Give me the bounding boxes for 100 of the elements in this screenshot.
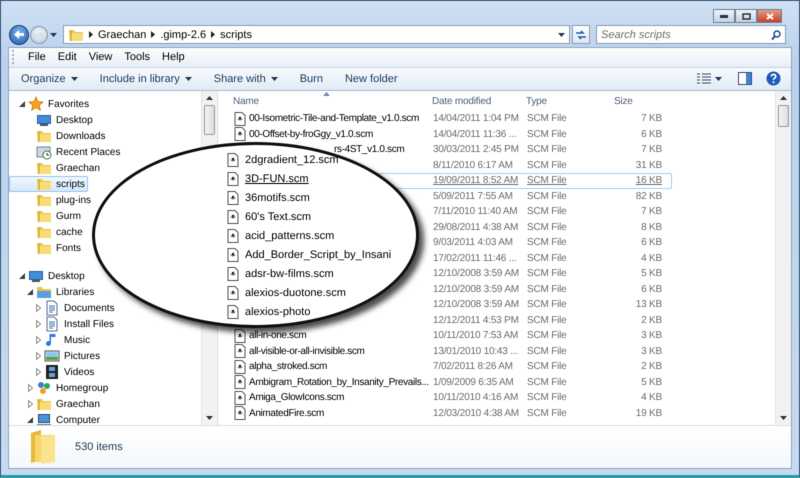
- toolbar-button[interactable]: Include in library: [94, 70, 198, 88]
- search-field[interactable]: Search scripts: [601, 28, 771, 40]
- nav-item[interactable]: Documents: [9, 300, 118, 316]
- file-name[interactable]: 3D-FUN.scm: [245, 172, 309, 185]
- scroll-down-icon[interactable]: [206, 416, 213, 420]
- file-name[interactable]: 00-Offset-by-froGgy_v1.0.scm: [249, 128, 373, 140]
- back-button[interactable]: [9, 24, 29, 44]
- file-name[interactable]: acid_patterns.scm: [245, 230, 334, 242]
- chevron-icon[interactable]: [89, 31, 93, 38]
- date-cell-text: 12/03/2010 4:38 AM: [433, 408, 520, 419]
- column-header[interactable]: Date modified: [432, 96, 526, 107]
- menu-item[interactable]: File: [22, 49, 52, 66]
- file-row[interactable]: alpha_stroked.scm 7/02/2011 8:26 AM SCM File 2 KB: [224, 359, 672, 375]
- nav-item[interactable]: Downloads: [9, 128, 108, 144]
- file-name[interactable]: alpha_stroked.scm: [249, 361, 327, 372]
- close-button[interactable]: [757, 9, 782, 23]
- file-name[interactable]: all-visible-or-all-invisible.scm: [249, 346, 364, 357]
- menu-item[interactable]: Tools: [118, 49, 156, 66]
- file-name[interactable]: adsr-bw-films.scm: [245, 268, 334, 280]
- file-row[interactable]: all-in-one.scm 10/11/2010 7:53 AM SCM File 3 KB: [224, 328, 672, 344]
- nav-item[interactable]: Videos: [9, 364, 98, 380]
- nav-item[interactable]: scripts: [9, 176, 88, 192]
- file-name[interactable]: AnimatedFire.scm: [249, 408, 324, 419]
- collapsed-arrow-icon[interactable]: [36, 336, 40, 344]
- file-row[interactable]: 00-Offset-by-froGgy_v1.0.scm 14/04/2011 11:36 ... SCM File 6 KB: [224, 126, 672, 142]
- scroll-up-icon[interactable]: [206, 96, 213, 100]
- nav-item[interactable]: Install Files: [9, 316, 118, 332]
- file-name[interactable]: Amiga_GlowIcons.scm: [249, 392, 344, 404]
- chevron-icon[interactable]: [151, 31, 156, 38]
- size-cell-text: 16 KB: [634, 175, 662, 186]
- nav-item[interactable]: Gurm: [9, 208, 84, 224]
- collapsed-arrow-icon[interactable]: [36, 304, 40, 312]
- file-row[interactable]: all-visible-or-all-invisible.scm 13/01/2010 10:43 ... SCM File 3 KB: [224, 344, 672, 360]
- collapsed-arrow-icon[interactable]: [28, 400, 32, 408]
- toolbar-button[interactable]: Organize: [15, 70, 84, 88]
- file-name[interactable]: alexios-duotone.scm: [245, 286, 346, 299]
- scrollbar-thumb[interactable]: [778, 105, 789, 128]
- column-header[interactable]: Name: [218, 96, 432, 107]
- nav-item[interactable]: Favorites: [9, 96, 92, 112]
- column-header[interactable]: Size: [600, 96, 661, 107]
- size-cell-text: 31 KB: [634, 160, 662, 171]
- breadcrumb[interactable]: scripts: [220, 28, 252, 40]
- folder-icon: [36, 160, 52, 176]
- address-bar[interactable]: Graechan .gimp-2.6 scripts: [63, 25, 570, 44]
- file-row[interactable]: Ambigram_Rotation_by_Insanity_Prevails... 1/09/2009 6:35 AM SCM File 5 KB: [224, 374, 672, 390]
- back-arrow-icon: [14, 30, 24, 39]
- nav-item[interactable]: Libraries: [9, 284, 98, 300]
- collapsed-arrow-icon[interactable]: [36, 320, 40, 328]
- file-row[interactable]: AnimatedFire.scm 12/03/2010 4:38 AM SCM File 19 KB: [224, 406, 672, 422]
- search-box[interactable]: Search scripts: [596, 25, 786, 44]
- breadcrumb[interactable]: Graechan: [98, 28, 146, 40]
- file-name[interactable]: rs-4ST_v1.0.scm: [334, 144, 404, 156]
- toolbar-button[interactable]: Burn: [294, 70, 329, 88]
- file-row[interactable]: Amiga_GlowIcons.scm 10/11/2010 4:16 AM SCM File 4 KB: [224, 390, 672, 406]
- caret-icon[interactable]: [50, 32, 57, 36]
- nav-item[interactable]: Graechan: [9, 160, 103, 176]
- nav-item[interactable]: Fonts: [9, 240, 84, 256]
- expanded-arrow-icon[interactable]: [19, 273, 25, 280]
- menu-item[interactable]: Help: [156, 49, 191, 66]
- nav-item[interactable]: plug-ins: [9, 192, 94, 208]
- file-name[interactable]: 00-Isometric-Tile-and-Template_v1.0.scm: [249, 113, 419, 124]
- file-name[interactable]: alexios-photo: [245, 306, 310, 318]
- nav-item[interactable]: Desktop: [9, 112, 96, 128]
- refresh-button[interactable]: [572, 25, 590, 44]
- breadcrumb[interactable]: .gimp-2.6: [160, 28, 206, 40]
- nav-item[interactable]: Recent Places: [9, 144, 124, 160]
- file-name[interactable]: Ambigram_Rotation_by_Insanity_Prevails...: [249, 376, 429, 388]
- menu-item[interactable]: Edit: [52, 49, 83, 66]
- toolbar-button[interactable]: Share with: [208, 70, 284, 88]
- scrollbar[interactable]: [775, 91, 791, 426]
- file-name[interactable]: Add_Border_Script_by_Insani: [245, 248, 392, 261]
- nav-item[interactable]: cache: [9, 224, 86, 240]
- collapsed-arrow-icon[interactable]: [36, 352, 40, 360]
- expanded-arrow-icon[interactable]: [27, 289, 33, 296]
- file-name[interactable]: 36motifs.scm: [245, 192, 310, 204]
- menu-item[interactable]: View: [82, 49, 118, 66]
- expanded-arrow-icon[interactable]: [27, 417, 33, 424]
- nav-item[interactable]: Pictures: [9, 348, 104, 364]
- scroll-up-icon[interactable]: [780, 96, 787, 100]
- help-icon: [766, 71, 781, 86]
- sort-arrow-icon[interactable]: [323, 92, 330, 96]
- file-row[interactable]: 00-Isometric-Tile-and-Template_v1.0.scm 14/04/2011 1:04 PM SCM File 7 KB: [224, 111, 672, 127]
- file-name[interactable]: all-in-one.scm: [249, 330, 306, 342]
- collapsed-arrow-icon[interactable]: [28, 384, 32, 392]
- scrollbar-thumb[interactable]: [204, 105, 215, 136]
- expanded-arrow-icon[interactable]: [19, 101, 25, 108]
- maximize-button[interactable]: [735, 9, 757, 23]
- date-cell-text: 30/03/2011 2:45 PM: [433, 144, 520, 156]
- nav-item[interactable]: Desktop: [9, 268, 88, 284]
- toolbar-button[interactable]: New folder: [338, 70, 404, 88]
- collapsed-arrow-icon[interactable]: [36, 368, 40, 376]
- file-name[interactable]: 2dgradient_12.scm: [245, 154, 339, 166]
- file-name[interactable]: 60's Text.scm: [245, 210, 312, 223]
- nav-item[interactable]: Homegroup: [9, 380, 112, 396]
- column-header[interactable]: Type: [526, 96, 600, 107]
- nav-item[interactable]: Graechan: [9, 396, 103, 412]
- nav-item[interactable]: Music: [9, 332, 94, 348]
- scroll-down-icon[interactable]: [780, 416, 787, 420]
- chevron-icon[interactable]: [211, 31, 216, 38]
- minimize-button[interactable]: [713, 9, 735, 23]
